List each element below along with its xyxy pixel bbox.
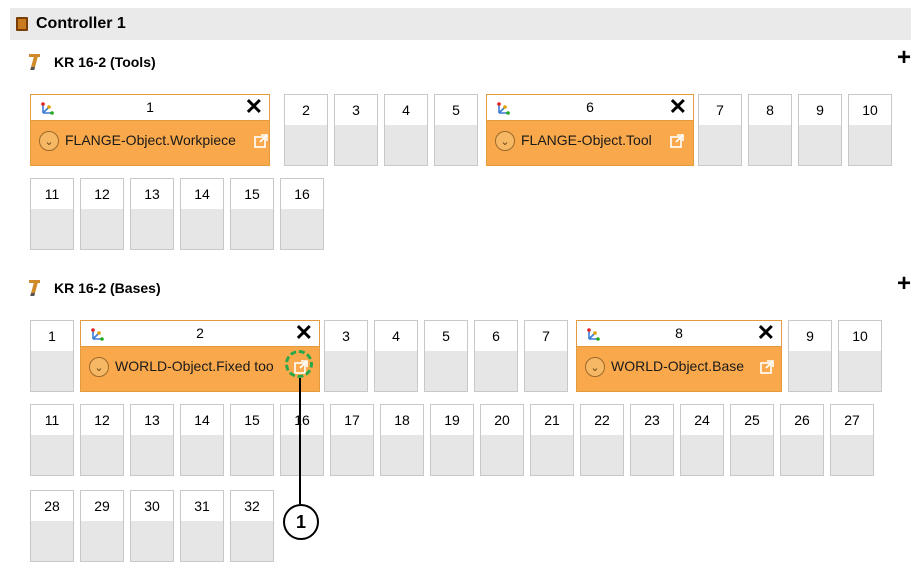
- robot-icon: [28, 54, 42, 70]
- base-slot-6[interactable]: 6: [474, 320, 518, 392]
- controller-title: Controller 1: [36, 15, 126, 32]
- base-slot-11[interactable]: 11: [30, 404, 74, 476]
- base-slot-7[interactable]: 7: [524, 320, 568, 392]
- close-icon[interactable]: ✕: [295, 322, 313, 344]
- add-base-button[interactable]: +: [897, 272, 911, 296]
- tool-slot-6[interactable]: 6 ✕ ⌄ FLANGE-Object.Tool: [486, 94, 694, 166]
- robot-icon: [28, 280, 42, 296]
- base-slot-20[interactable]: 20: [480, 404, 524, 476]
- base-slot-16[interactable]: 16: [280, 404, 324, 476]
- tool-slot-8[interactable]: 8: [748, 94, 792, 166]
- base-slot-25[interactable]: 25: [730, 404, 774, 476]
- bases-section-header: KR 16-2 (Bases) +: [18, 270, 911, 306]
- tool-slot-1[interactable]: 1 ✕ ⌄ FLANGE-Object.Workpiece: [30, 94, 270, 166]
- chevron-down-icon[interactable]: ⌄: [495, 131, 515, 151]
- tool-slot-15[interactable]: 15: [230, 178, 274, 250]
- base-slot-31[interactable]: 31: [180, 490, 224, 562]
- tool-slot-6-label: FLANGE-Object.Tool: [521, 132, 652, 148]
- add-tool-button[interactable]: +: [897, 46, 911, 70]
- tool-slot-1-number: 1: [146, 99, 154, 115]
- base-slot-8[interactable]: 8 ✕ ⌄ WORLD-Object.Base: [576, 320, 782, 392]
- base-slot-1[interactable]: 1: [30, 320, 74, 392]
- base-slot-12[interactable]: 12: [80, 404, 124, 476]
- tool-slot-13[interactable]: 13: [130, 178, 174, 250]
- controller-icon: [16, 17, 28, 31]
- tool-slot-14[interactable]: 14: [180, 178, 224, 250]
- base-slot-17[interactable]: 17: [330, 404, 374, 476]
- tools-section-title: KR 16-2 (Tools): [54, 54, 156, 70]
- base-slot-14[interactable]: 14: [180, 404, 224, 476]
- base-slot-4[interactable]: 4: [374, 320, 418, 392]
- tool-slot-9[interactable]: 9: [798, 94, 842, 166]
- tool-slot-2[interactable]: 2: [284, 94, 328, 166]
- tools-grid: 1 ✕ ⌄ FLANGE-Object.Workpiece 2 3 4 5 6 …: [18, 80, 911, 264]
- chevron-down-icon[interactable]: ⌄: [89, 357, 109, 377]
- tool-slot-4[interactable]: 4: [384, 94, 428, 166]
- chevron-down-icon[interactable]: ⌄: [585, 357, 605, 377]
- base-slot-19[interactable]: 19: [430, 404, 474, 476]
- base-slot-30[interactable]: 30: [130, 490, 174, 562]
- bases-grid: 1 2 ✕ ⌄ WORLD-Object.Fixed too 3 4 5 6 7…: [18, 306, 911, 571]
- open-external-icon[interactable]: [759, 359, 775, 375]
- base-slot-10[interactable]: 10: [838, 320, 882, 392]
- tool-slot-6-number: 6: [586, 99, 594, 115]
- tools-section-header: KR 16-2 (Tools) +: [18, 44, 911, 80]
- tool-slot-12[interactable]: 12: [80, 178, 124, 250]
- base-slot-29[interactable]: 29: [80, 490, 124, 562]
- base-slot-13[interactable]: 13: [130, 404, 174, 476]
- base-slot-32[interactable]: 32: [230, 490, 274, 562]
- open-external-icon[interactable]: [253, 133, 269, 149]
- base-slot-8-label: WORLD-Object.Base: [611, 358, 745, 374]
- base-slot-22[interactable]: 22: [580, 404, 624, 476]
- tool-slot-3[interactable]: 3: [334, 94, 378, 166]
- base-slot-2-number: 2: [196, 325, 204, 341]
- close-icon[interactable]: ✕: [245, 96, 263, 118]
- controller-header[interactable]: Controller 1: [10, 8, 911, 40]
- base-slot-26[interactable]: 26: [780, 404, 824, 476]
- base-slot-23[interactable]: 23: [630, 404, 674, 476]
- tools-section: KR 16-2 (Tools) + 1 ✕ ⌄ FLANGE-Object.Wo…: [18, 44, 911, 264]
- base-slot-15[interactable]: 15: [230, 404, 274, 476]
- close-icon[interactable]: ✕: [669, 96, 687, 118]
- base-slot-2[interactable]: 2 ✕ ⌄ WORLD-Object.Fixed too: [80, 320, 320, 392]
- base-slot-8-number: 8: [675, 325, 683, 341]
- tool-slot-16[interactable]: 16: [280, 178, 324, 250]
- open-external-icon[interactable]: [669, 133, 685, 149]
- tool-slot-11[interactable]: 11: [30, 178, 74, 250]
- base-slot-18[interactable]: 18: [380, 404, 424, 476]
- callout-number: 1: [283, 504, 319, 540]
- base-slot-24[interactable]: 24: [680, 404, 724, 476]
- tool-slot-7[interactable]: 7: [698, 94, 742, 166]
- tool-slot-1-label: FLANGE-Object.Workpiece: [65, 132, 236, 148]
- tool-slot-5[interactable]: 5: [434, 94, 478, 166]
- base-slot-3[interactable]: 3: [324, 320, 368, 392]
- base-slot-28[interactable]: 28: [30, 490, 74, 562]
- base-slot-9[interactable]: 9: [788, 320, 832, 392]
- tool-slot-10[interactable]: 10: [848, 94, 892, 166]
- base-slot-27[interactable]: 27: [830, 404, 874, 476]
- base-slot-21[interactable]: 21: [530, 404, 574, 476]
- callout-highlight: [285, 350, 313, 378]
- close-icon[interactable]: ✕: [757, 322, 775, 344]
- callout-line: [299, 378, 301, 504]
- bases-section-title: KR 16-2 (Bases): [54, 280, 161, 296]
- base-slot-5[interactable]: 5: [424, 320, 468, 392]
- bases-section: KR 16-2 (Bases) + 1 2 ✕ ⌄ WORLD-Object.F…: [18, 270, 911, 571]
- base-slot-2-label: WORLD-Object.Fixed too: [115, 358, 274, 374]
- chevron-down-icon[interactable]: ⌄: [39, 131, 59, 151]
